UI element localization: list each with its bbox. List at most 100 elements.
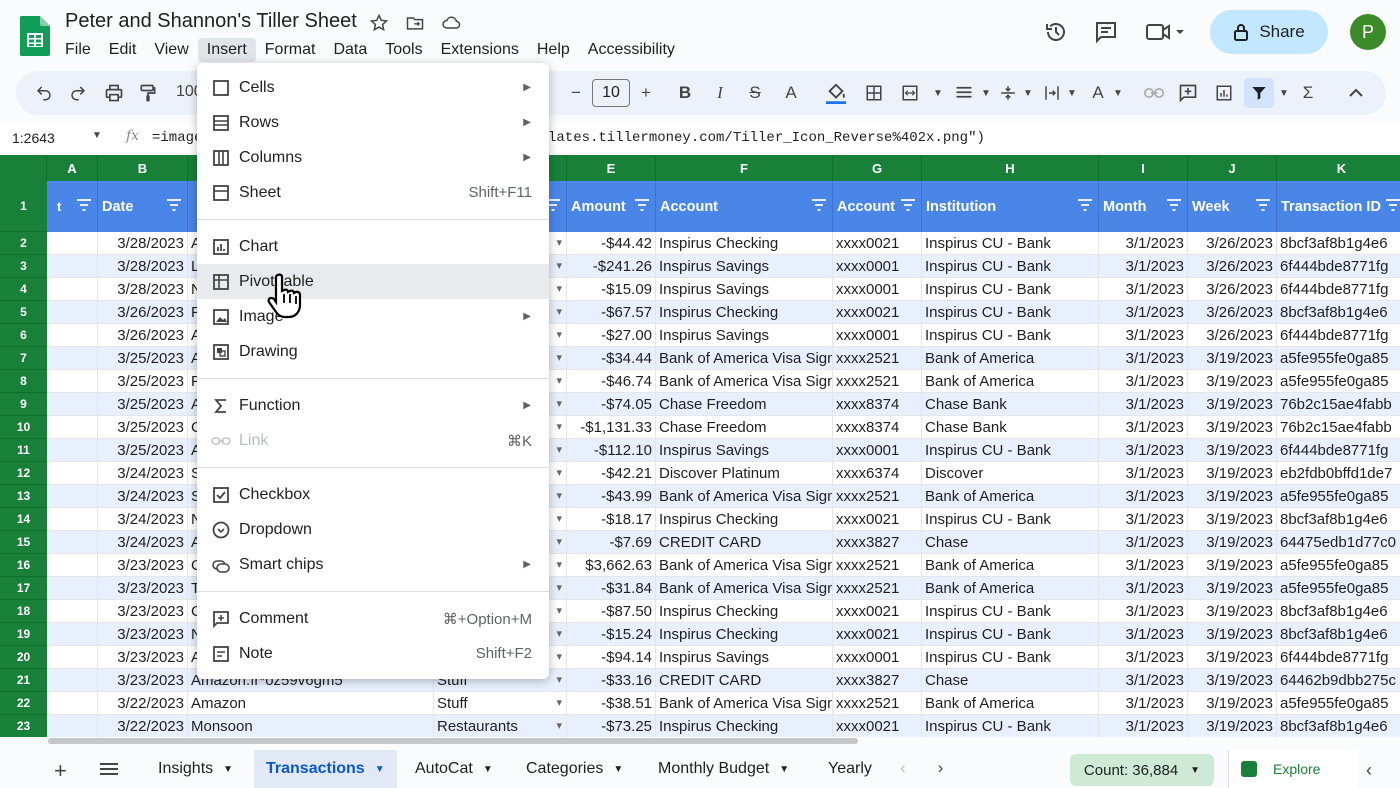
cell-k[interactable]: 8bcf3af8b1g4e6: [1277, 600, 1400, 623]
cell-k[interactable]: 64462b9dbb275c: [1277, 669, 1400, 692]
rotation-dropdown-icon[interactable]: ▼: [1106, 81, 1130, 105]
filter-icon[interactable]: [1256, 199, 1270, 211]
cell-e[interactable]: $3,662.63: [567, 554, 656, 577]
menu-insert[interactable]: Insert: [197, 38, 256, 62]
menu-item-cells[interactable]: Cells ▶: [197, 70, 549, 105]
cell-i[interactable]: 3/1/2023: [1099, 600, 1188, 623]
row-header[interactable]: 8: [0, 370, 47, 393]
explore-button[interactable]: Explore: [1228, 750, 1358, 788]
menu-item-comment[interactable]: Comment ⌘+Option+M: [197, 601, 549, 636]
cell-a[interactable]: [47, 646, 98, 669]
cell-i[interactable]: 3/1/2023: [1099, 324, 1188, 347]
cell-j[interactable]: 3/19/2023: [1188, 370, 1277, 393]
header-cell-e[interactable]: Amount: [567, 181, 656, 232]
cell-k[interactable]: 64475edb1d77c0: [1277, 531, 1400, 554]
wrap-dropdown-icon[interactable]: ▼: [1060, 81, 1084, 105]
cell-b[interactable]: 3/23/2023: [98, 577, 188, 600]
cell-e[interactable]: -$15.24: [567, 623, 656, 646]
cell-e[interactable]: -$44.42: [567, 232, 656, 255]
menu-item-sheet[interactable]: Sheet Shift+F11: [197, 175, 549, 210]
cell-j[interactable]: 3/19/2023: [1188, 416, 1277, 439]
cell-j[interactable]: 3/19/2023: [1188, 508, 1277, 531]
fill-color-icon[interactable]: [824, 81, 848, 105]
scroll-tabs-right-icon[interactable]: ›: [938, 758, 944, 778]
cell-j[interactable]: 3/19/2023: [1188, 554, 1277, 577]
cell-d[interactable]: Restaurants: [434, 715, 567, 737]
vertical-scrollbar[interactable]: [1392, 255, 1398, 655]
cell-i[interactable]: 3/1/2023: [1099, 462, 1188, 485]
cell-h[interactable]: Inspirus CU - Bank: [922, 324, 1099, 347]
cell-h[interactable]: Inspirus CU - Bank: [922, 439, 1099, 462]
cell-i[interactable]: 3/1/2023: [1099, 347, 1188, 370]
cell-i[interactable]: 3/1/2023: [1099, 439, 1188, 462]
collapse-side-panel-icon[interactable]: ‹: [1366, 760, 1372, 781]
text-color-icon[interactable]: A: [779, 81, 803, 105]
cell-f[interactable]: CREDIT CARD: [656, 531, 833, 554]
row-header[interactable]: 21: [0, 669, 47, 692]
tab-transactions[interactable]: Transactions ▼: [254, 750, 397, 788]
undo-icon[interactable]: [32, 81, 56, 105]
cell-b[interactable]: 3/24/2023: [98, 462, 188, 485]
header-cell-f[interactable]: Account: [656, 181, 833, 232]
horizontal-align-icon[interactable]: [952, 81, 976, 105]
cell-g[interactable]: xxxx2521: [833, 347, 922, 370]
row-header[interactable]: 20: [0, 646, 47, 669]
column-header-K[interactable]: K: [1277, 155, 1400, 181]
cell-a[interactable]: [47, 370, 98, 393]
cell-k[interactable]: a5fe955fe0ga85: [1277, 485, 1400, 508]
cell-k[interactable]: 8bcf3af8b1g4e6: [1277, 301, 1400, 324]
cell-g[interactable]: xxxx2521: [833, 577, 922, 600]
cell-a[interactable]: [47, 393, 98, 416]
cell-f[interactable]: Bank of America Visa Sign: [656, 554, 833, 577]
cell-d[interactable]: Stuff: [434, 692, 567, 715]
cell-f[interactable]: CREDIT CARD: [656, 669, 833, 692]
cell-k[interactable]: eb2fdb0bffd1de7: [1277, 462, 1400, 485]
cell-f[interactable]: Bank of America Visa Sign: [656, 347, 833, 370]
row-header[interactable]: 6: [0, 324, 47, 347]
cell-f[interactable]: Inspirus Savings: [656, 255, 833, 278]
cell-e[interactable]: -$33.16: [567, 669, 656, 692]
cell-k[interactable]: 8bcf3af8b1g4e6: [1277, 715, 1400, 737]
cell-e[interactable]: -$42.21: [567, 462, 656, 485]
cell-b[interactable]: 3/25/2023: [98, 416, 188, 439]
cell-f[interactable]: Chase Freedom: [656, 393, 833, 416]
bold-icon[interactable]: B: [673, 81, 697, 105]
cell-k[interactable]: 76b2c15ae4fabb: [1277, 416, 1400, 439]
tab-monthly-budget[interactable]: Monthly Budget ▼: [658, 750, 789, 788]
functions-icon[interactable]: Σ: [1296, 81, 1320, 105]
cell-b[interactable]: 3/23/2023: [98, 623, 188, 646]
column-header-I[interactable]: I: [1099, 155, 1188, 181]
cell-j[interactable]: 3/19/2023: [1188, 623, 1277, 646]
cell-f[interactable]: Chase Freedom: [656, 416, 833, 439]
row-header[interactable]: 10: [0, 416, 47, 439]
row-header[interactable]: 5: [0, 301, 47, 324]
filter-icon[interactable]: [77, 199, 91, 211]
filter-dropdown-icon[interactable]: ▼: [1272, 81, 1296, 105]
cell-j[interactable]: 3/19/2023: [1188, 485, 1277, 508]
cell-f[interactable]: Discover Platinum: [656, 462, 833, 485]
cell-k[interactable]: a5fe955fe0ga85: [1277, 554, 1400, 577]
cell-f[interactable]: Inspirus Checking: [656, 715, 833, 737]
cell-i[interactable]: 3/1/2023: [1099, 393, 1188, 416]
column-header-G[interactable]: G: [833, 155, 922, 181]
cell-e[interactable]: -$7.69: [567, 531, 656, 554]
cell-g[interactable]: xxxx6374: [833, 462, 922, 485]
cell-h[interactable]: Chase Bank: [922, 393, 1099, 416]
header-cell-j[interactable]: Week: [1188, 181, 1277, 232]
insert-comment-icon[interactable]: [1176, 81, 1200, 105]
cell-j[interactable]: 3/19/2023: [1188, 462, 1277, 485]
cell-b[interactable]: 3/23/2023: [98, 646, 188, 669]
cell-g[interactable]: xxxx8374: [833, 416, 922, 439]
row-header[interactable]: 1: [0, 181, 47, 232]
header-cell-a[interactable]: t: [47, 181, 98, 232]
horizontal-scrollbar[interactable]: [48, 738, 858, 744]
menu-item-checkbox[interactable]: Checkbox: [197, 477, 549, 512]
cell-k[interactable]: 8bcf3af8b1g4e6: [1277, 623, 1400, 646]
version-history-icon[interactable]: [1042, 18, 1070, 46]
cell-h[interactable]: Bank of America: [922, 370, 1099, 393]
cell-e[interactable]: -$112.10: [567, 439, 656, 462]
filter-icon[interactable]: [901, 199, 915, 211]
borders-icon[interactable]: [862, 81, 886, 105]
column-header-H[interactable]: H: [922, 155, 1099, 181]
cell-i[interactable]: 3/1/2023: [1099, 255, 1188, 278]
